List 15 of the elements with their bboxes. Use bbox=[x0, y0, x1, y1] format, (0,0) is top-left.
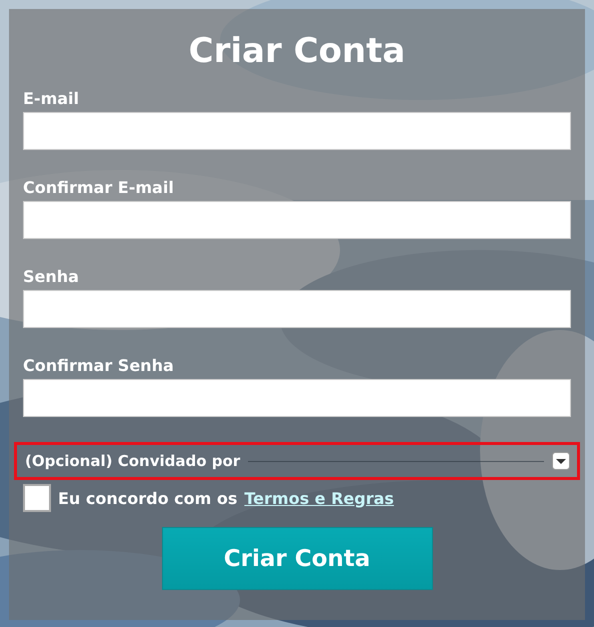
field-label: Senha bbox=[23, 267, 80, 287]
terms-link[interactable]: Termos e Regras bbox=[244, 488, 394, 508]
form-title: Criar Conta bbox=[188, 30, 406, 73]
referral-dropdown[interactable]: (Opcional) Convidado por bbox=[14, 442, 580, 480]
submit-button[interactable]: Criar Conta bbox=[162, 527, 432, 590]
field-label: E-mail bbox=[23, 89, 80, 109]
input-field[interactable] bbox=[23, 379, 571, 417]
checkbox[interactable] bbox=[23, 484, 51, 512]
input-field[interactable] bbox=[23, 201, 571, 239]
caret-icon bbox=[552, 452, 570, 470]
agree-text: Eu concordo com os bbox=[58, 488, 238, 508]
input-field[interactable] bbox=[23, 112, 571, 150]
field-label: Confirmar Senha bbox=[23, 356, 175, 376]
field-label: Confirmar E-mail bbox=[23, 178, 175, 198]
input-field[interactable] bbox=[23, 290, 571, 328]
